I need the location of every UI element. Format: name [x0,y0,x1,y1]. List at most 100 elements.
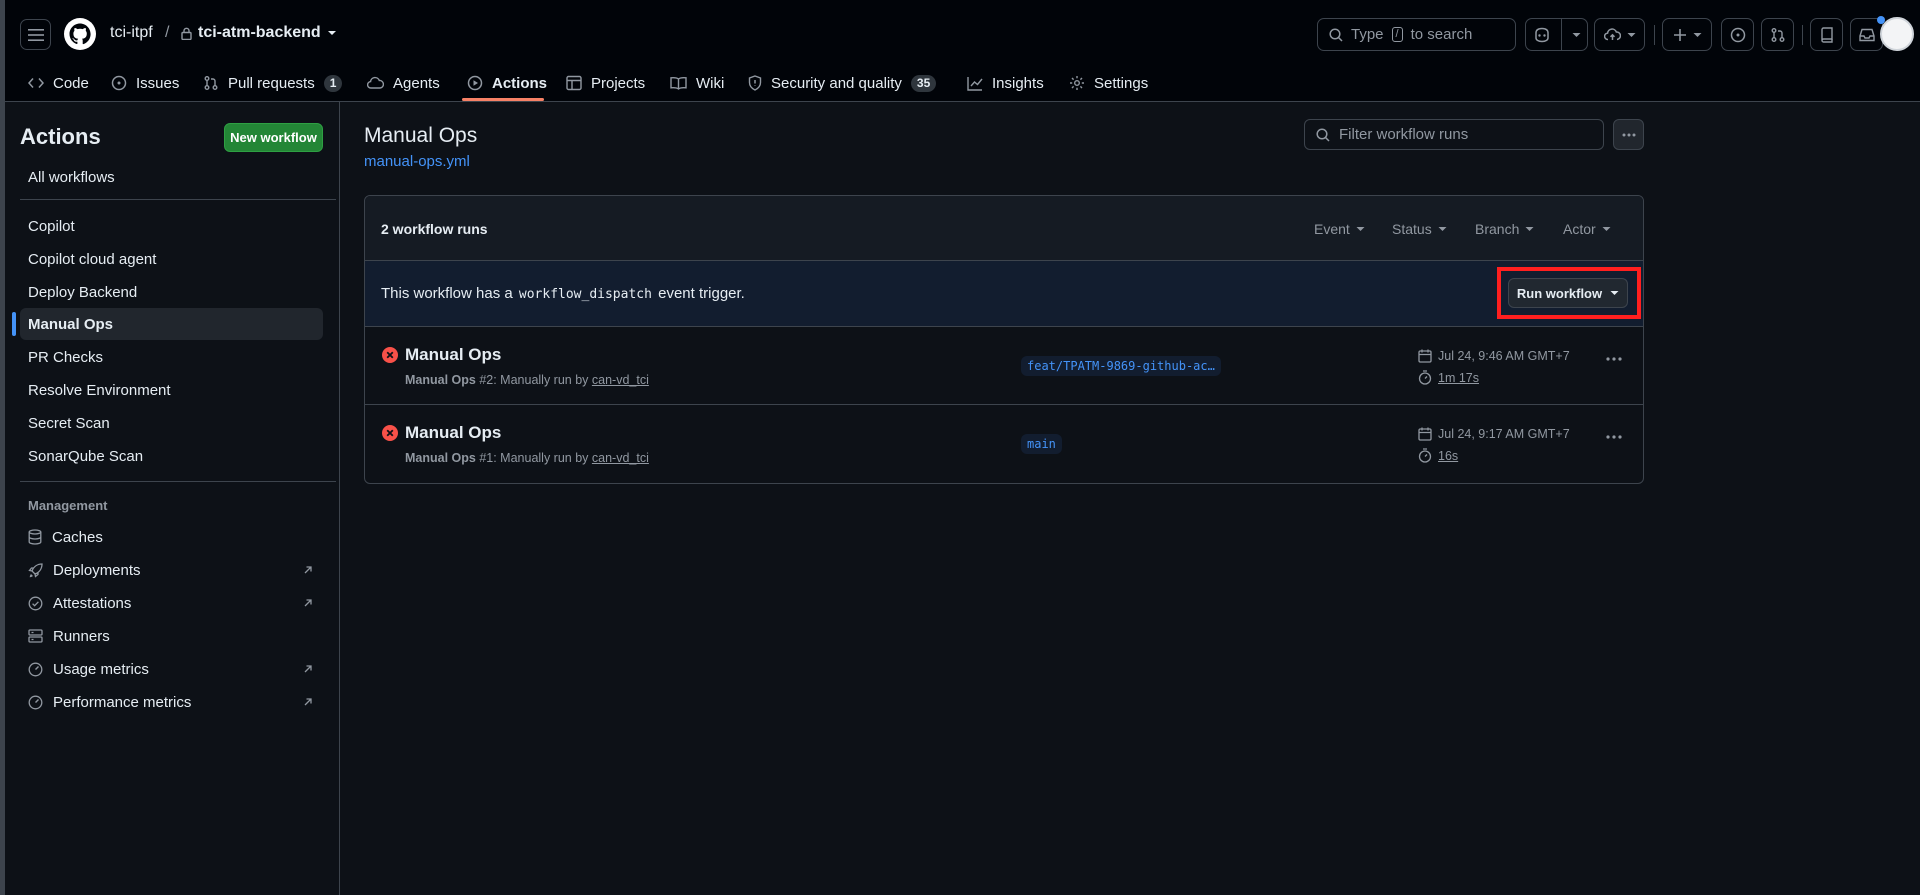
tab-pull-requests[interactable]: Pull requests 1 [203,64,343,102]
table-row[interactable]: Manual Ops Manual Ops #1: Manually run b… [365,405,1643,483]
top-bar: tci-itpf / tci-atm-backend Type / to sea… [5,0,1920,68]
run-title-link[interactable]: Manual Ops [405,345,501,365]
filter-label: Event [1314,221,1350,237]
link-external-icon [304,698,312,706]
tab-label: Issues [136,74,180,92]
repo-name-link[interactable]: tci-atm-backend [181,24,337,42]
branch-label[interactable]: feat/TPATM-9869-github-ac… [1021,356,1221,376]
workflow-file-link[interactable]: manual-ops.yml [364,153,470,170]
pull-requests-button[interactable] [1761,18,1794,51]
event-filter-dropdown[interactable]: Event [1314,221,1365,237]
tab-projects[interactable]: Projects [566,64,645,102]
sidebar-item-manual-ops[interactable]: Manual Ops [20,308,323,340]
run-duration-text: 1m 17s [1438,370,1479,385]
codespaces-menu-button[interactable] [1594,18,1645,51]
management-heading: Management [28,498,108,513]
search-shortcut-key: / [1391,27,1403,42]
run-date: Jul 24, 9:46 AM GMT+7 [1418,349,1570,363]
sidebar-item-deployments[interactable]: Deployments [20,554,323,586]
sidebar-item-performance-metrics[interactable]: Performance metrics [20,686,323,718]
runs-count: 2 workflow runs [381,221,488,237]
menu-button[interactable] [20,19,51,50]
tab-settings[interactable]: Settings [1069,64,1148,102]
run-number: #1 [479,451,494,465]
run-actor-link[interactable]: can-vd_tci [592,373,649,387]
issues-button[interactable] [1721,18,1754,51]
x-circle-fill-icon [382,425,398,441]
table-row[interactable]: Manual Ops Manual Ops #2: Manually run b… [365,327,1643,405]
stopwatch-icon [1418,448,1432,463]
sidebar-item-label: Deployments [53,561,141,579]
sidebar-item-all-workflows[interactable]: All workflows [20,161,323,193]
tab-insights[interactable]: Insights [967,64,1044,102]
sidebar-item-usage-metrics[interactable]: Usage metrics [20,653,323,685]
repo-icon [1820,26,1833,43]
calendar-icon [1418,349,1432,363]
book-icon [670,76,687,90]
issue-opened-icon [1730,27,1745,42]
run-actor-link[interactable]: can-vd_tci [592,451,649,465]
repo-owner-link[interactable]: tci-itpf [110,24,153,42]
branch-filter-dropdown[interactable]: Branch [1475,221,1534,237]
runs-header: 2 workflow runs Event Status Branch Acto… [365,196,1643,261]
status-filter-dropdown[interactable]: Status [1392,221,1447,237]
tab-code[interactable]: Code [28,64,89,102]
tab-wiki[interactable]: Wiki [670,64,724,102]
sidebar-item-label: PR Checks [28,348,104,366]
workflow-dispatch-banner: This workflow has a workflow_dispatch ev… [365,261,1643,327]
active-tab-indicator [462,98,544,101]
workflow-runs-panel: 2 workflow runs Event Status Branch Acto… [364,195,1644,484]
actor-filter-dropdown[interactable]: Actor [1563,221,1611,237]
tab-security-and-quality[interactable]: Security and quality 35 [748,64,937,102]
sidebar-item-secret-scan[interactable]: Secret Scan [20,407,323,439]
sidebar-item-runners[interactable]: Runners [20,620,323,652]
gear-icon [1070,76,1084,90]
tab-actions[interactable]: Actions [467,64,547,102]
sidebar-item-label: All workflows [28,168,115,186]
filter-runs-input[interactable]: Filter workflow runs [1304,119,1604,150]
new-workflow-button[interactable]: New workflow [224,123,323,152]
run-options-kebab-icon[interactable] [1606,357,1622,361]
tab-agents[interactable]: Agents [367,64,440,102]
server-icon [28,629,43,643]
sidebar-item-sonarqube-scan[interactable]: SonarQube Scan [20,440,323,472]
sidebar-item-resolve-environment[interactable]: Resolve Environment [20,374,323,406]
inbox-button[interactable] [1850,16,1885,51]
sidebar-item-attestations[interactable]: Attestations [20,587,323,619]
cloud-upload-icon [1603,28,1621,41]
run-description: Manual Ops #2: Manually run by can-vd_tc… [405,373,649,387]
shield-icon [748,75,762,91]
chevron-down-icon [1602,227,1611,231]
run-title-link[interactable]: Manual Ops [405,423,501,443]
search-input[interactable]: Type / to search [1317,18,1516,51]
branch-label[interactable]: main [1021,434,1062,454]
run-date-text: Jul 24, 9:17 AM GMT+7 [1438,427,1570,441]
repo-nav: Code Issues Pull requests 1 Agents Actio… [5,64,1920,102]
sidebar-item-deploy-backend[interactable]: Deploy Backend [20,276,323,308]
sidebar-divider [20,199,336,200]
copilot-menu-button[interactable] [1525,18,1588,51]
sidebar-item-caches[interactable]: Caches [20,521,323,553]
tab-issues[interactable]: Issues [111,64,179,102]
sidebar-item-label: Deploy Backend [28,283,138,301]
sidebar-item-label: Manual Ops [28,315,114,333]
user-avatar[interactable] [1880,17,1914,51]
create-new-button[interactable] [1662,18,1712,51]
tab-label: Code [53,74,89,92]
highlight-annotation [1497,267,1641,319]
issue-opened-icon [111,75,127,91]
filter-label: Actor [1563,221,1596,237]
run-duration: 1m 17s [1418,370,1479,385]
chevron-down-icon [327,31,336,35]
repositories-button[interactable] [1810,18,1843,51]
sidebar-item-copilot-cloud-agent[interactable]: Copilot cloud agent [20,243,323,275]
kebab-horizontal-icon [1622,133,1635,136]
run-options-kebab-icon[interactable] [1606,435,1622,439]
run-trigger: : Manually run by [493,373,589,387]
tab-label: Wiki [696,74,725,92]
github-logo-icon[interactable] [64,18,96,50]
sidebar-item-pr-checks[interactable]: PR Checks [20,341,323,373]
chevron-down-icon [1356,227,1365,231]
workflow-options-button[interactable] [1613,119,1644,150]
sidebar-item-copilot[interactable]: Copilot [20,210,323,242]
